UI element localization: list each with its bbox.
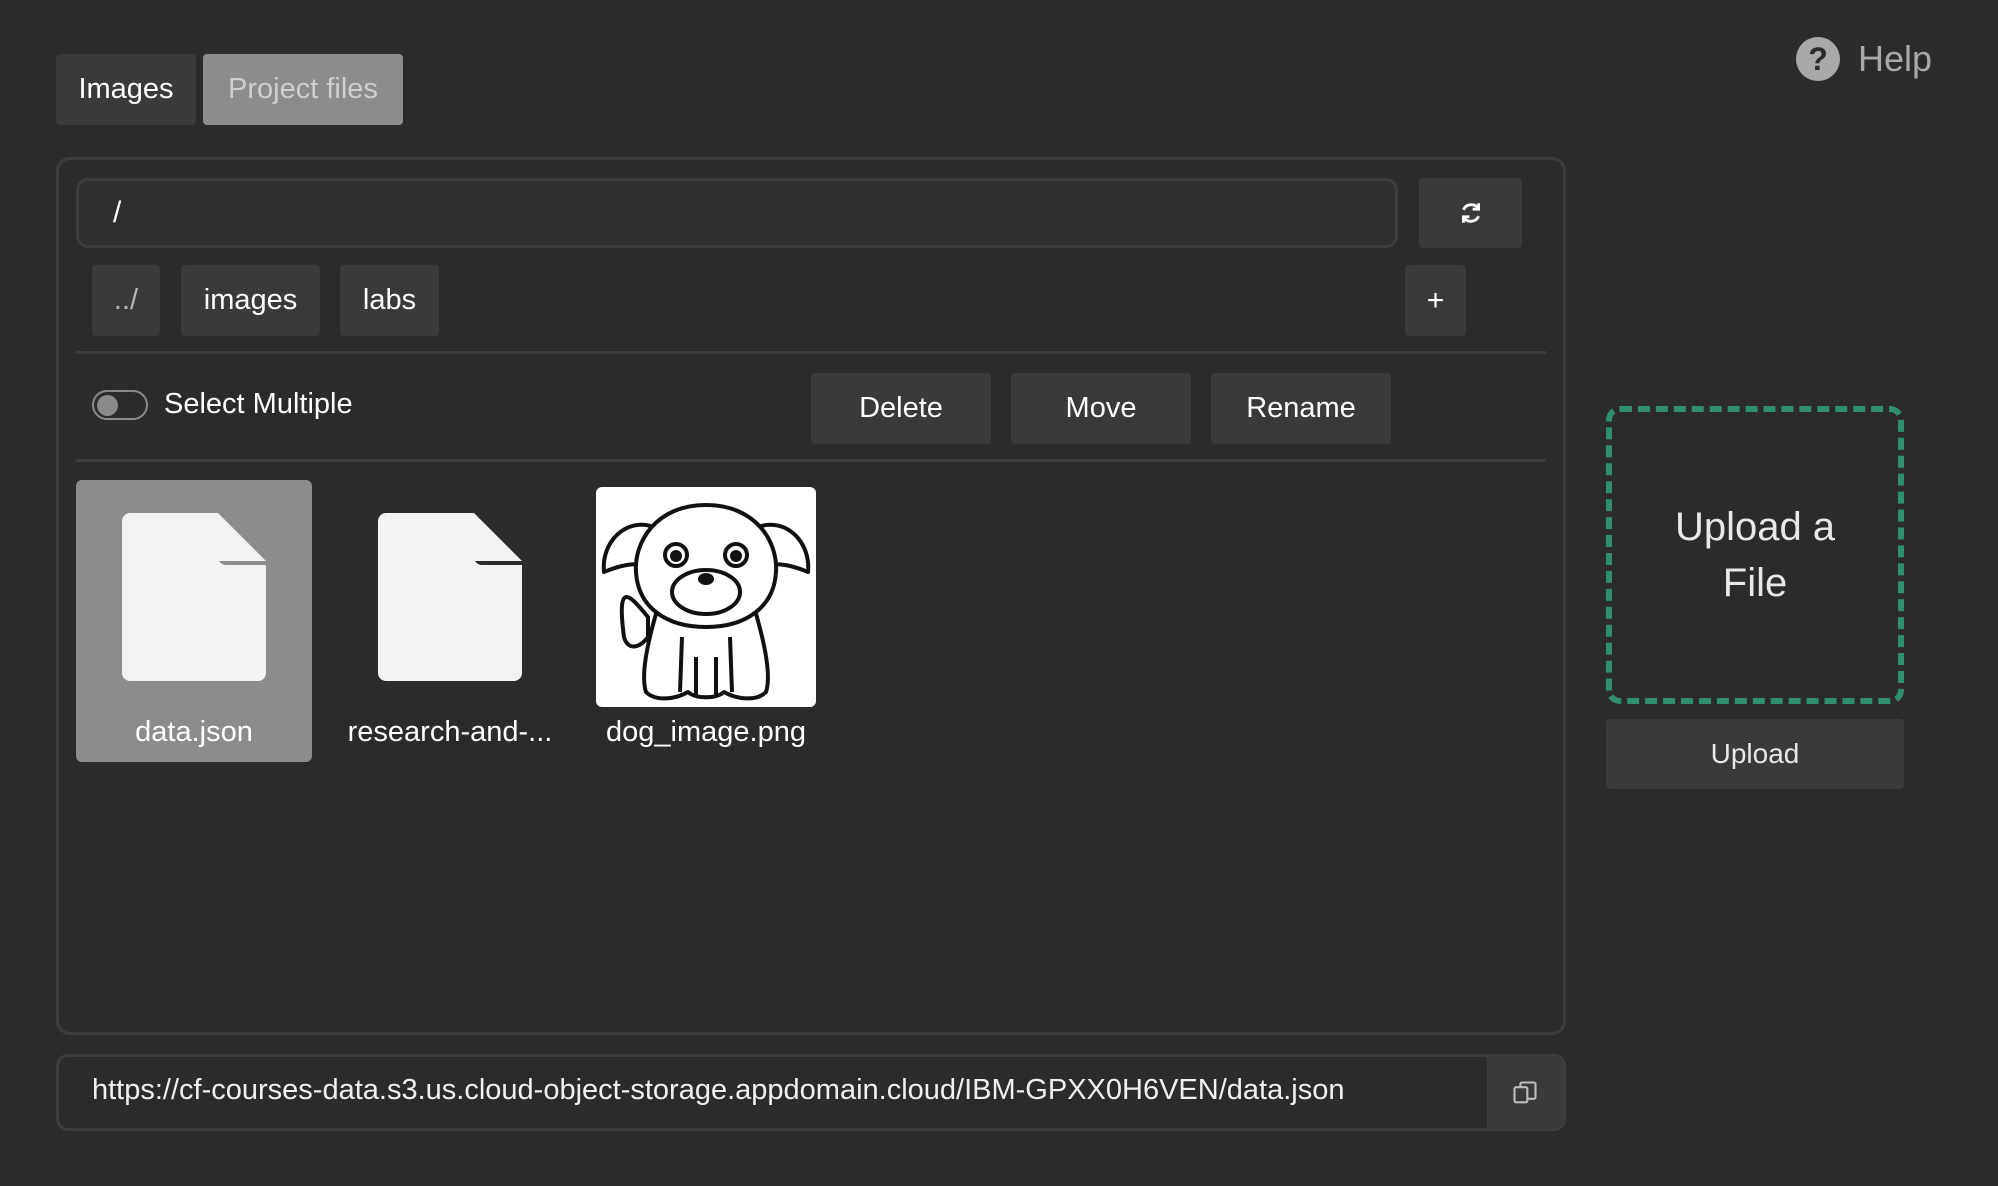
file-icon <box>378 513 522 681</box>
dog-thumbnail <box>596 487 816 707</box>
move-button[interactable]: Move <box>1011 373 1191 444</box>
help-circle-icon: ? <box>1796 37 1840 81</box>
file-name: dog_image.png <box>606 716 806 748</box>
add-folder-button[interactable]: + <box>1405 265 1466 336</box>
breadcrumb-parent[interactable]: ../ <box>92 265 160 336</box>
divider <box>76 459 1546 462</box>
divider <box>76 351 1546 354</box>
tab-images[interactable]: Images <box>56 54 196 125</box>
breadcrumb-labs[interactable]: labs <box>340 265 439 336</box>
file-tile[interactable]: research-and-... <box>332 480 568 762</box>
rename-button[interactable]: Rename <box>1211 373 1391 444</box>
select-multiple-label: Select Multiple <box>164 388 353 420</box>
tab-project-files[interactable]: Project files <box>203 54 403 125</box>
file-tile[interactable]: data.json <box>76 480 312 762</box>
delete-button[interactable]: Delete <box>811 373 991 444</box>
copy-icon <box>1513 1080 1537 1103</box>
refresh-icon <box>1461 203 1480 223</box>
breadcrumb-images[interactable]: images <box>181 265 320 336</box>
select-multiple-toggle[interactable] <box>92 390 148 420</box>
dog-image <box>601 503 811 701</box>
upload-button[interactable]: Upload <box>1606 719 1904 789</box>
toggle-knob <box>97 395 118 416</box>
file-icon <box>122 513 266 681</box>
upload-dropzone[interactable]: Upload a File <box>1606 406 1904 704</box>
help-label: Help <box>1858 38 1933 79</box>
dropzone-label: Upload a File <box>1674 505 1836 605</box>
file-name: research-and-... <box>347 716 553 748</box>
help-link[interactable]: ? Help <box>1796 34 1932 84</box>
path-input[interactable] <box>76 178 1398 248</box>
file-url[interactable]: https://cf-courses-data.s3.us.cloud-obje… <box>92 1074 1344 1107</box>
copy-url-button[interactable] <box>1487 1057 1563 1128</box>
file-tile[interactable]: dog_image.png <box>588 480 824 762</box>
refresh-button[interactable] <box>1419 178 1522 248</box>
file-name: data.json <box>135 716 253 748</box>
